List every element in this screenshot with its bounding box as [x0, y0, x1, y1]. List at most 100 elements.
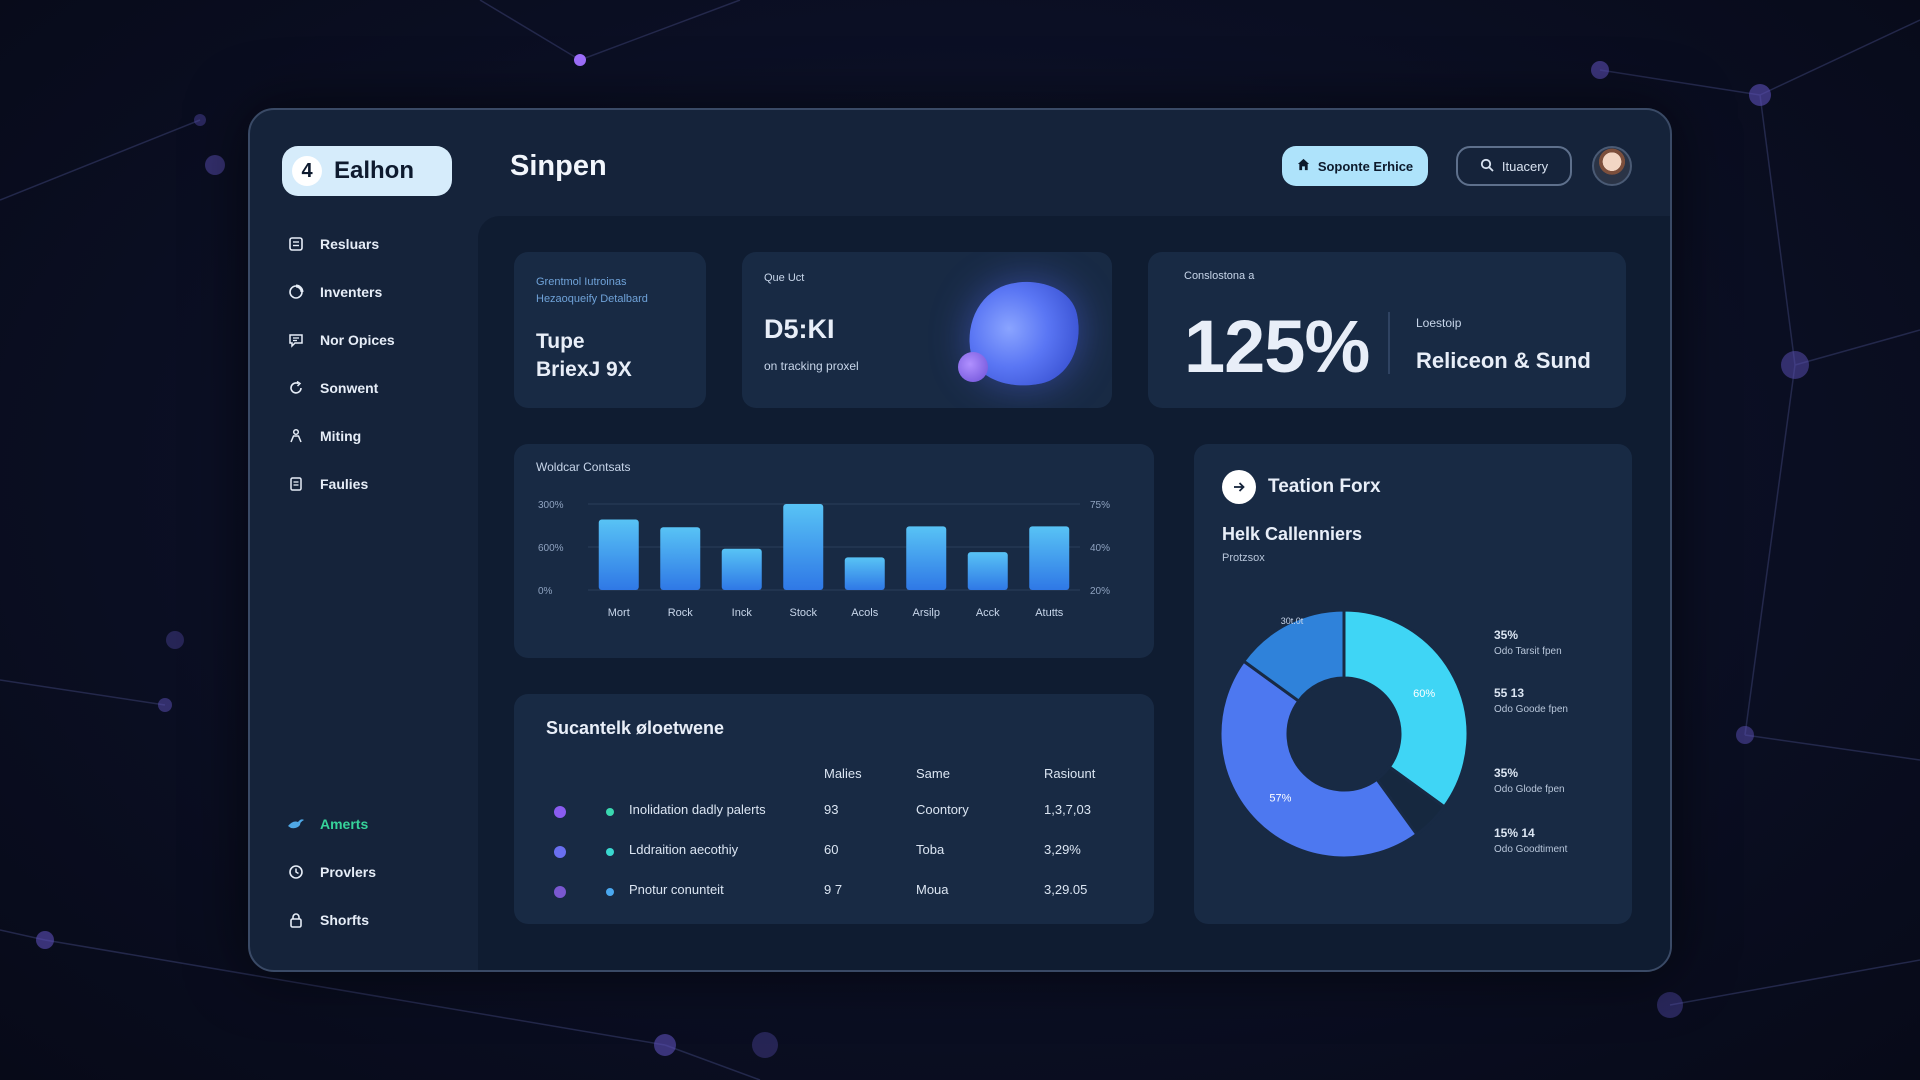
status-dot — [554, 806, 566, 818]
table-title: Sucantelk øloetwene — [546, 718, 725, 738]
legend-item: 35% Odo Glode fpen — [1494, 766, 1624, 795]
row-cell: 1,3,7,03 — [1044, 802, 1091, 817]
legend-value: 15% 14 — [1494, 826, 1535, 840]
column-header[interactable]: Same — [916, 766, 950, 781]
bird-icon — [286, 814, 306, 834]
user-avatar[interactable] — [1592, 146, 1632, 186]
x-tick-label: Inck — [732, 607, 753, 619]
lock-icon — [286, 910, 306, 930]
person-icon — [286, 426, 306, 446]
blob-dot-graphic — [958, 352, 988, 382]
bar[interactable] — [721, 548, 762, 590]
summary-card-type[interactable]: Grentmol Iutroinas Hezaoqueify Detalbard… — [514, 252, 706, 408]
legend-value: 35% — [1494, 766, 1519, 780]
column-header[interactable]: Malies — [824, 766, 862, 781]
legend-label: Odo Tarsit fpen — [1494, 646, 1562, 657]
bar-chart-card: Woldcar Contsats 300% 75% 600% 40% 0% 20% Mort… — [514, 444, 1154, 658]
sidebar-item-miting[interactable]: Miting — [280, 412, 480, 460]
table-row[interactable]: Lddraition aecothiy 60 Toba 3,29% — [514, 836, 1154, 866]
chat-icon — [286, 330, 306, 350]
sidebar-item-provlers[interactable]: Provlers — [280, 848, 480, 896]
status-dot — [606, 808, 614, 816]
sidebar-item-sonwent[interactable]: Sonwent — [280, 364, 480, 412]
summary-card-percent[interactable]: Conslostona a 125% Loestoip Reliceon & S… — [1148, 252, 1626, 408]
y-tick-label: 600% — [538, 543, 564, 554]
bar[interactable] — [783, 504, 824, 590]
primary-button[interactable]: Soponte Erhice — [1282, 146, 1428, 186]
table-row[interactable]: Inolidation dadly palerts 93 Coontory 1,… — [514, 796, 1154, 826]
card-side-label: Loestoip — [1416, 316, 1462, 330]
status-dot — [606, 888, 614, 896]
row-cell: Toba — [916, 842, 945, 857]
bar[interactable] — [1029, 526, 1070, 590]
donut-chart: 60% 57% 30t.0t — [1218, 608, 1470, 860]
app-window: 4 Ealhon Sinpen Soponte Erhice Ituacery … — [248, 108, 1672, 972]
percent-value: 125% — [1184, 305, 1370, 388]
donut-chart-card: Teation Forx Helk Callenniers Protzsox 6… — [1194, 444, 1632, 924]
row-cell: 3,29% — [1044, 842, 1081, 857]
y-tick-label-right: 40% — [1090, 543, 1110, 554]
sidebar-item-label: Shorfts — [320, 912, 369, 928]
primary-button-label: Soponte Erhice — [1317, 158, 1414, 174]
status-dot — [554, 846, 566, 858]
table-row[interactable]: Pnotur conunteit 9 7 Moua 3,29.05 — [514, 876, 1154, 906]
row-name: Inolidation dadly palerts — [629, 802, 766, 817]
card-line: Tupe — [536, 330, 585, 353]
search-button-label: Ituacery — [1501, 158, 1549, 174]
clipboard-icon — [286, 234, 306, 254]
sidebar-item-label: Inventers — [320, 284, 383, 300]
sidebar-item-label: Resluars — [320, 236, 380, 252]
bar[interactable] — [660, 527, 701, 590]
sidebar-item-label: Nor Opices — [320, 332, 395, 348]
sidebar-item-inventers[interactable]: Inventers — [280, 268, 480, 316]
sidebar-item-label: Miting — [320, 428, 362, 444]
x-tick-label: Rock — [668, 607, 694, 619]
donut-note: 30t.0t — [1281, 616, 1304, 626]
sidebar-item-label: Faulies — [320, 476, 369, 492]
sidebar-nav: Resluars Inventers Nor Opices Sonwent Mi… — [280, 220, 480, 508]
x-tick-label: Acols — [851, 607, 878, 619]
bar[interactable] — [906, 526, 947, 590]
row-name: Pnotur conunteit — [629, 882, 724, 897]
card-divider — [1388, 312, 1390, 374]
search-button[interactable]: Ituacery — [1456, 146, 1572, 186]
summary-card-tracking[interactable]: Que Uct D5:KI on tracking proxel — [742, 252, 1112, 408]
row-cell: Moua — [916, 882, 949, 897]
arrow-right-icon[interactable] — [1222, 470, 1256, 504]
x-tick-label: Arsilp — [912, 607, 940, 619]
y-tick-label-right: 75% — [1090, 500, 1110, 511]
home-icon — [1297, 158, 1310, 174]
bar[interactable] — [844, 557, 885, 590]
bar[interactable] — [967, 552, 1008, 590]
card-line: BriexJ 9X — [536, 358, 632, 381]
sidebar-item-label: Amerts — [320, 816, 369, 832]
sidebar-item-label: Sonwent — [320, 380, 379, 396]
legend-item: 35% Odo Tarsit fpen — [1494, 628, 1624, 657]
chart-title: Woldcar Contsats — [536, 460, 631, 474]
legend-item: 15% 14 Odo Goodtiment — [1494, 826, 1624, 855]
sidebar-item-faulies[interactable]: Faulies — [280, 460, 480, 508]
app-logo[interactable]: 4 Ealhon — [282, 146, 452, 196]
slice-label: 57% — [1269, 793, 1291, 805]
x-tick-label: Mort — [608, 607, 630, 619]
card-title: Teation Forx — [1268, 476, 1381, 497]
column-header[interactable]: Rasiount — [1044, 766, 1095, 781]
sidebar-item-resluars[interactable]: Resluars — [280, 220, 480, 268]
sidebar-item-amerts[interactable]: Amerts — [280, 800, 480, 848]
clock-icon — [286, 862, 306, 882]
legend-label: Odo Glode fpen — [1494, 784, 1565, 795]
sidebar-item-shorfts[interactable]: Shorfts — [280, 896, 480, 944]
card-subtitle: Grentmol Iutroinas — [536, 276, 627, 288]
sidebar-bottom-nav: Amerts Provlers Shorfts — [280, 800, 480, 944]
legend-value: 35% — [1494, 628, 1519, 642]
sidebar-item-nor-opices[interactable]: Nor Opices — [280, 316, 480, 364]
x-tick-label: Atutts — [1035, 607, 1064, 619]
x-tick-label: Acck — [976, 607, 1000, 619]
row-cell: 3,29.05 — [1044, 882, 1088, 897]
row-cell: 9 7 — [824, 882, 843, 897]
bar[interactable] — [598, 519, 639, 590]
page-title: Sinpen — [510, 150, 607, 182]
y-tick-label: 300% — [538, 500, 564, 511]
card-label: Conslostona a — [1184, 270, 1255, 282]
sidebar-item-label: Provlers — [320, 864, 377, 880]
